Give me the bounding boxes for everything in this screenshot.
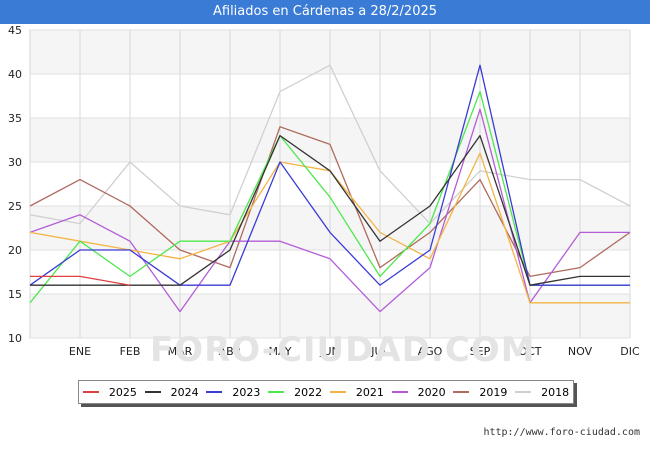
x-tick-label: ENE bbox=[69, 345, 91, 358]
legend-swatch bbox=[144, 391, 161, 393]
legend-item-2018: 2018 bbox=[515, 386, 569, 399]
legend-item-2021: 2021 bbox=[329, 385, 384, 399]
legend-item-2019: 2019 bbox=[453, 386, 507, 399]
x-tick-label: NOV bbox=[568, 345, 593, 358]
y-tick-label: 35 bbox=[8, 112, 22, 125]
x-tick-label: DIC bbox=[620, 345, 640, 358]
source-url: http://www.foro-ciudad.com bbox=[483, 427, 640, 438]
legend: 2025 2024 2023 2022 2021 2020 2019 2018 bbox=[78, 380, 574, 404]
legend-label: 2020 bbox=[417, 385, 446, 399]
legend-swatch bbox=[391, 391, 408, 393]
legend-item-2020: 2020 bbox=[391, 385, 446, 399]
y-tick-label: 40 bbox=[8, 68, 22, 81]
legend-label: 2021 bbox=[355, 385, 384, 399]
watermark: FORO-CIUDAD.COM bbox=[150, 330, 536, 370]
legend-swatch bbox=[206, 391, 223, 393]
y-tick-label: 45 bbox=[8, 24, 22, 37]
y-tick-label: 15 bbox=[8, 288, 22, 301]
legend-item-2022: 2022 bbox=[268, 386, 322, 399]
legend-label: 2019 bbox=[479, 385, 508, 399]
y-axis-ticks: 10 15 20 25 30 35 40 45 bbox=[8, 24, 22, 345]
y-tick-label: 20 bbox=[8, 244, 22, 257]
legend-label: 2025 bbox=[108, 385, 137, 399]
y-tick-label: 10 bbox=[8, 332, 22, 345]
legend-item-2023: 2023 bbox=[206, 386, 260, 399]
legend-label: 2018 bbox=[541, 385, 570, 399]
x-tick-label: FEB bbox=[120, 345, 141, 358]
legend-swatch bbox=[82, 391, 99, 393]
y-tick-label: 25 bbox=[8, 200, 22, 213]
legend-swatch bbox=[329, 391, 346, 393]
y-tick-label: 30 bbox=[8, 156, 22, 169]
legend-swatch bbox=[453, 391, 470, 393]
legend-label: 2024 bbox=[170, 385, 199, 399]
legend-swatch bbox=[515, 391, 532, 393]
legend-item-2025: 2025 bbox=[82, 385, 137, 399]
legend-label: 2023 bbox=[232, 385, 261, 399]
legend-item-2024: 2024 bbox=[144, 385, 199, 399]
legend-label: 2022 bbox=[294, 385, 323, 399]
legend-swatch bbox=[268, 391, 285, 393]
